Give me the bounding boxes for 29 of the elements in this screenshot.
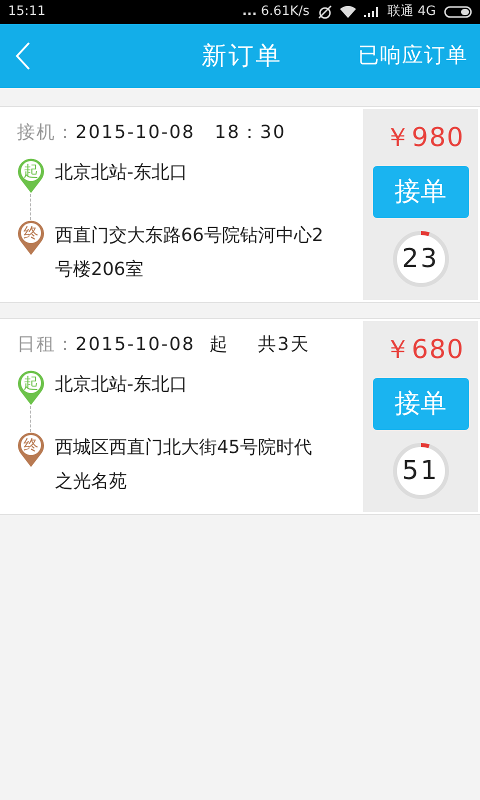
order-time: 2015-10-08 18：30 xyxy=(76,121,286,145)
end-address: 西城区西直门北大街45号院时代之光名苑 xyxy=(55,436,313,494)
order-type: 日租： xyxy=(17,333,76,357)
end-address: 西直门交大东路66号院钻河中心2号楼206室 xyxy=(55,224,324,282)
more-indicator: ... xyxy=(242,3,257,22)
accept-button[interactable]: 接单 xyxy=(372,378,468,430)
end-pin-icon: 终 xyxy=(17,432,45,468)
order-time: 2015-10-08 起 共3天 xyxy=(76,333,310,357)
wifi-icon xyxy=(340,6,356,18)
countdown-number: 23 xyxy=(400,242,440,276)
start-address: 北京北站-东北口 xyxy=(55,372,188,396)
page-title: 新订单 xyxy=(200,40,284,72)
countdown-number: 51 xyxy=(400,454,440,488)
responded-orders-link[interactable]: 已响应订单 xyxy=(358,40,480,72)
order-type: 接机： xyxy=(17,121,76,145)
start-pin-icon: 起 xyxy=(17,370,45,406)
start-address: 北京北站-东北口 xyxy=(55,160,188,184)
accept-button[interactable]: 接单 xyxy=(372,166,468,218)
start-pin-icon: 起 xyxy=(17,158,45,194)
price: ￥680 xyxy=(384,334,464,367)
battery-icon xyxy=(444,6,472,18)
network-speed: 6.61K/s xyxy=(260,3,310,22)
alarm-off-icon xyxy=(318,5,332,19)
end-pin-icon: 终 xyxy=(17,220,45,256)
signal-icon xyxy=(364,7,380,17)
back-icon xyxy=(14,41,32,71)
carrier: 联通 4G xyxy=(388,3,436,22)
clock: 15:11 xyxy=(8,3,46,22)
price: ￥980 xyxy=(384,122,464,155)
